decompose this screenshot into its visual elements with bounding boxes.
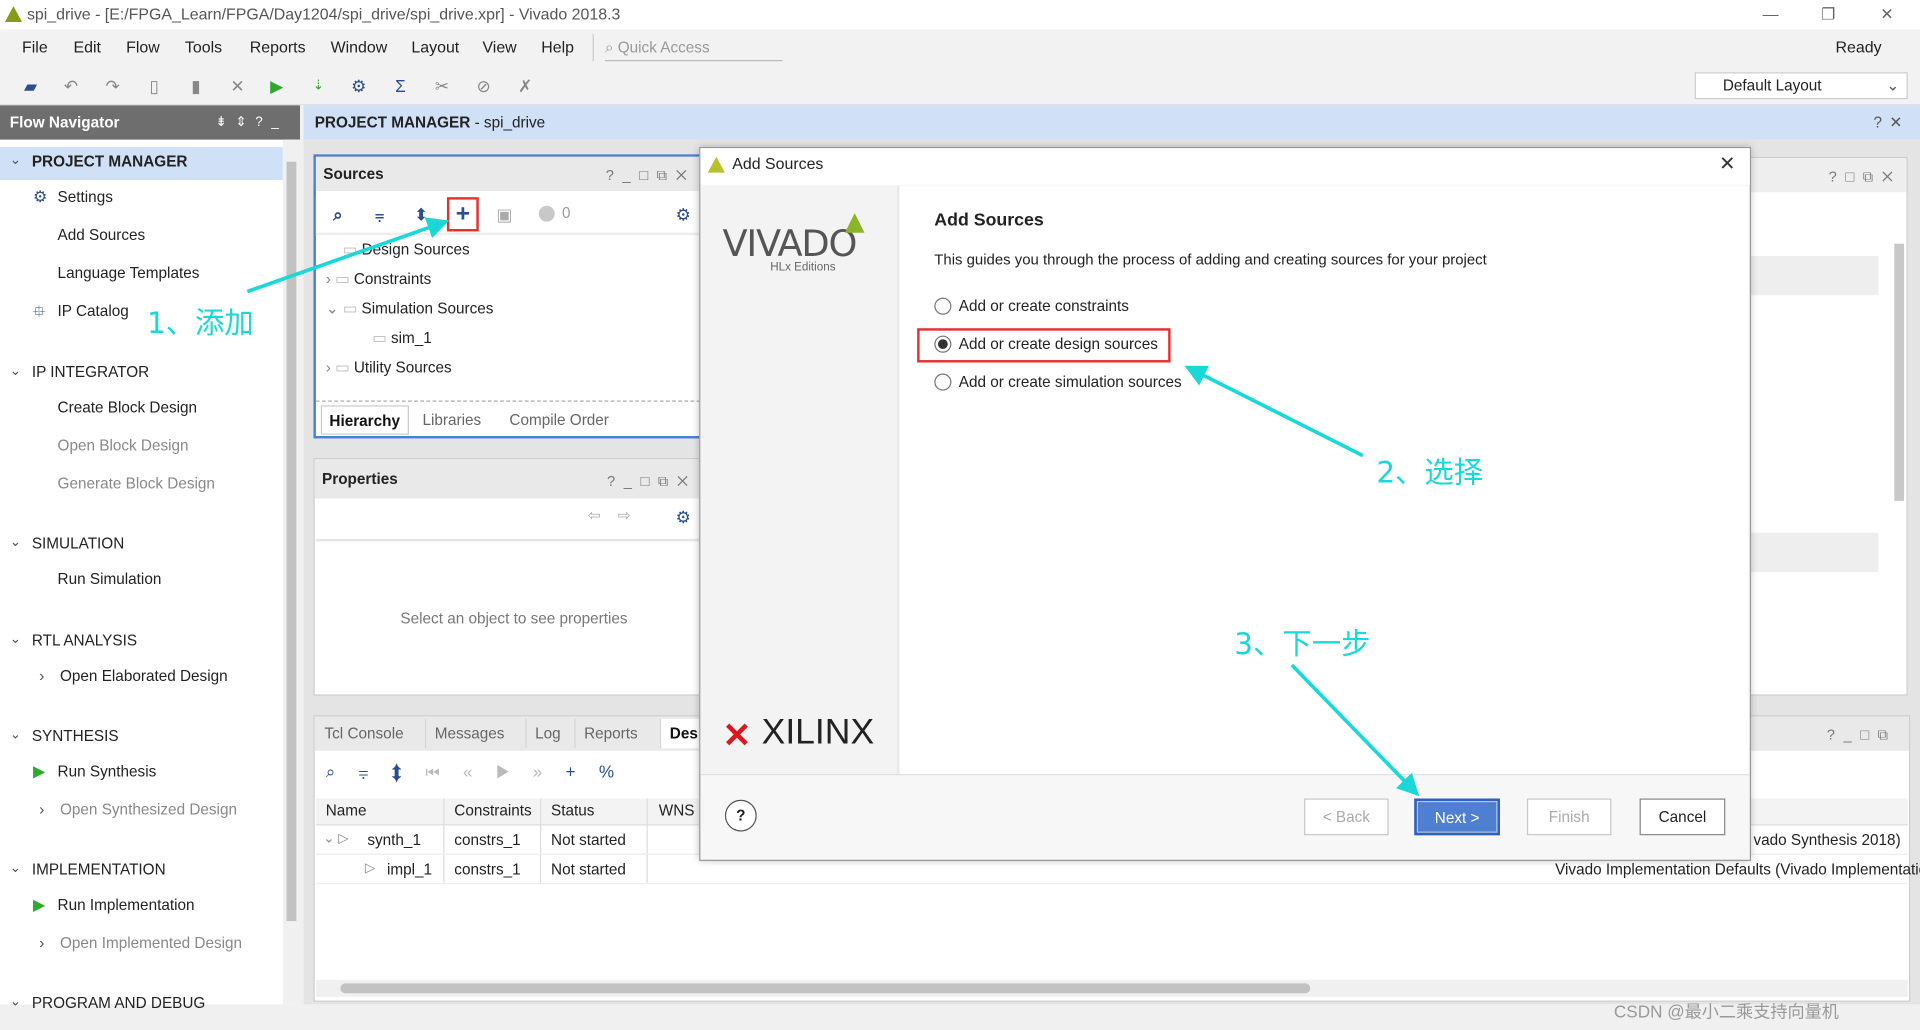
annotation-step2: 2、选择: [1376, 455, 1484, 490]
annotation-step3: 3、下一步: [1234, 627, 1371, 662]
annotation-arrows: [246, 217, 1420, 797]
arrow-step2: [1184, 365, 1364, 458]
watermark: CSDN @最小二乘支持向量机: [1613, 1001, 1839, 1022]
arrow-step1: [246, 217, 450, 294]
arrow-step3: [1290, 663, 1420, 797]
annotation-step1: 1、添加: [146, 306, 254, 341]
